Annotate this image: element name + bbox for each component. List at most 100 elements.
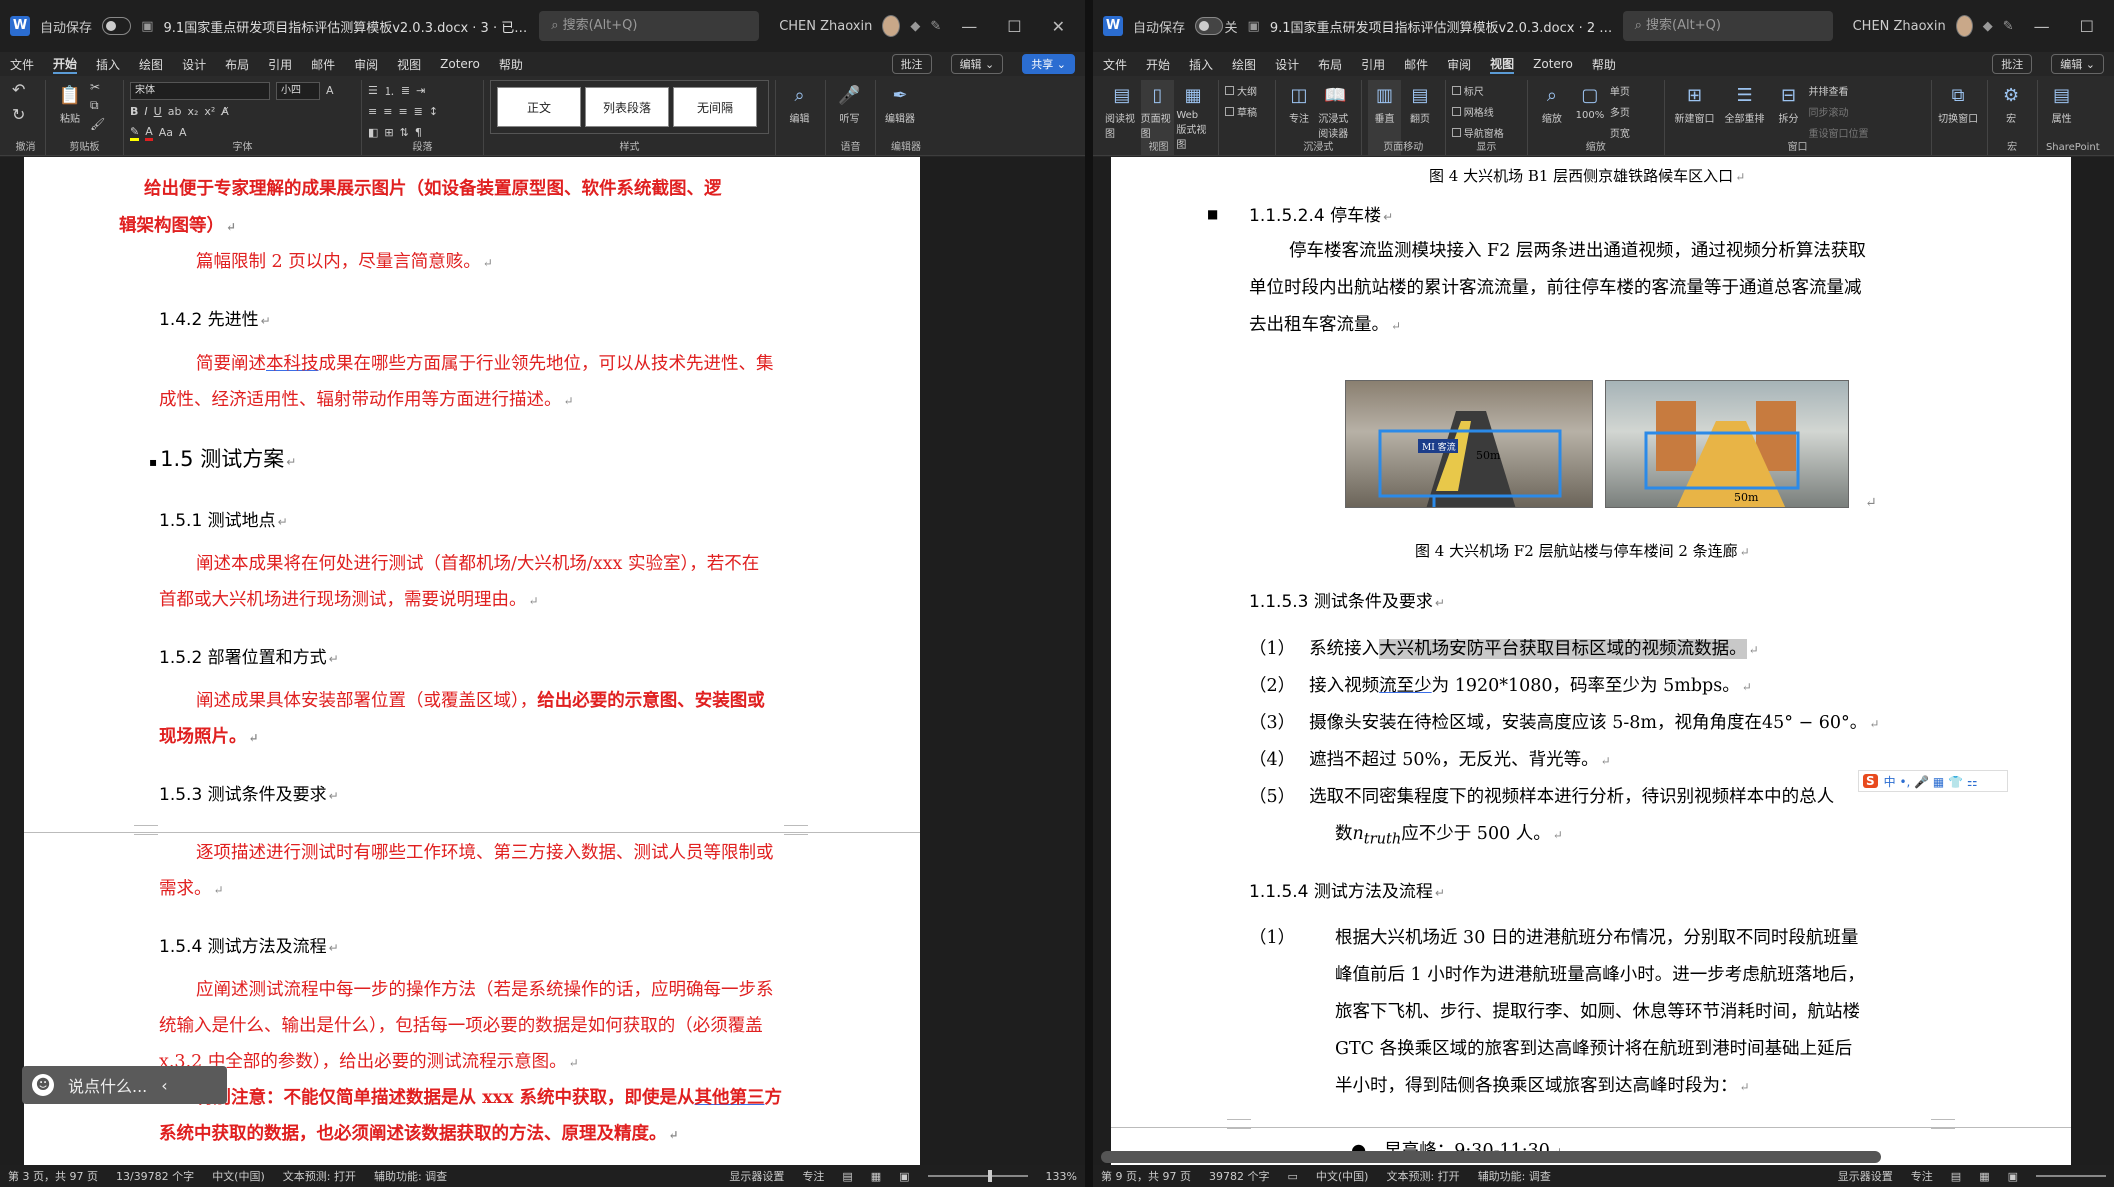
subscript-button[interactable]: x₂ <box>187 105 198 118</box>
align-right-icon[interactable]: ≡ <box>398 105 407 118</box>
comments-button[interactable]: 批注 <box>1992 54 2033 74</box>
focus-mode[interactable]: 专注 <box>802 1168 824 1184</box>
align-left-icon[interactable]: ≡ <box>368 105 377 118</box>
ime-toolbar[interactable]: S 中 •, 🎤 ▦ 👕 ⚏ <box>1858 770 2008 792</box>
tab-design[interactable]: 设计 <box>1275 56 1299 73</box>
ime-tools[interactable]: 中 •, 🎤 ▦ 👕 ⚏ <box>1884 773 1978 790</box>
tab-zotero[interactable]: Zotero <box>1533 57 1573 71</box>
tab-references[interactable]: 引用 <box>268 56 292 73</box>
tab-design[interactable]: 设计 <box>182 56 206 73</box>
accessibility[interactable]: 辅助功能: 调查 <box>374 1168 447 1184</box>
corridor-photo-1[interactable]: MI 客流 50m <box>1345 380 1593 508</box>
print-layout-icon[interactable]: ▦ <box>871 1170 881 1183</box>
tab-references[interactable]: 引用 <box>1361 56 1385 73</box>
diamond-icon[interactable]: ◆ <box>910 19 920 34</box>
web-layout-icon[interactable]: ▣ <box>2008 1170 2018 1183</box>
horizontal-scrollbar[interactable] <box>1101 1151 1881 1163</box>
autosave-toggle[interactable] <box>1195 17 1223 35</box>
proofing-icon[interactable]: ▭ <box>1287 1170 1297 1183</box>
multilevel-icon[interactable]: ≣ <box>401 84 410 97</box>
numbering-icon[interactable]: ⒈ <box>384 83 395 99</box>
cut-icon[interactable]: ✂ <box>90 80 105 94</box>
multiple-pages-button[interactable]: 多页 <box>1610 101 1630 122</box>
tab-view[interactable]: 视图 <box>397 56 421 73</box>
italic-button[interactable]: I <box>144 105 147 118</box>
tab-mailings[interactable]: 邮件 <box>1404 56 1428 73</box>
tab-file[interactable]: 文件 <box>1103 56 1127 73</box>
tab-review[interactable]: 审阅 <box>354 56 378 73</box>
sogou-icon[interactable]: S <box>1863 774 1878 788</box>
maximize-button[interactable]: ☐ <box>997 17 1031 36</box>
word-count[interactable]: 39782 个字 <box>1209 1168 1270 1184</box>
editing-mode-button[interactable]: 编辑 ⌄ <box>2051 54 2104 74</box>
tab-help[interactable]: 帮助 <box>1592 56 1616 73</box>
undo-icon[interactable]: ↶ <box>12 80 39 99</box>
display-settings[interactable]: 显示器设置 <box>1838 1168 1893 1184</box>
font-name-combo[interactable]: 宋体 <box>130 81 270 100</box>
bold-button[interactable]: B <box>130 105 138 118</box>
align-center-icon[interactable]: ≡ <box>383 105 392 118</box>
indent-icon[interactable]: ⇥ <box>416 84 425 97</box>
document-page[interactable]: 图 4 大兴机场 B1 层西侧京雄铁路候车区入口 ↵ ■ 1.1.5.2.4 停车… <box>1111 157 2071 1165</box>
text-prediction[interactable]: 文本预测: 打开 <box>1386 1168 1459 1184</box>
search-input[interactable]: ⌕ 搜索(Alt+Q) <box>539 11 760 41</box>
read-mode-icon[interactable]: ▤ <box>1951 1170 1961 1183</box>
ruler-option[interactable]: 标尺 <box>1451 80 1521 101</box>
tab-draw[interactable]: 绘图 <box>139 56 163 73</box>
user-name[interactable]: CHEN Zhaoxin <box>779 19 872 34</box>
language[interactable]: 中文(中国) <box>1316 1168 1369 1184</box>
tab-layout[interactable]: 布局 <box>1318 56 1342 73</box>
avatar[interactable] <box>1955 15 1973 37</box>
bullets-icon[interactable]: ☰ <box>368 84 378 97</box>
document-canvas[interactable]: 图 4 大兴机场 B1 层西侧京雄铁路候车区入口 ↵ ■ 1.1.5.2.4 停车… <box>1093 157 2114 1165</box>
diamond-icon[interactable]: ◆ <box>1983 19 1993 34</box>
tab-home[interactable]: 开始 <box>1146 56 1170 73</box>
page-count[interactable]: 第 9 页，共 97 页 <box>1101 1168 1191 1184</box>
document-canvas[interactable]: 给出便于专家理解的成果展示图片（如设备装置原型图、软件系统截图、逻 辑架构图等）… <box>0 157 1085 1165</box>
page-count[interactable]: 第 3 页，共 97 页 <box>8 1168 98 1184</box>
tab-file[interactable]: 文件 <box>10 56 34 73</box>
close-button[interactable]: ✕ <box>1042 17 1075 36</box>
style-no-spacing[interactable]: 无间隔 <box>673 87 757 127</box>
minimize-button[interactable]: — <box>951 17 987 36</box>
strikethrough-button[interactable]: ab <box>168 105 182 118</box>
print-layout-icon[interactable]: ▦ <box>1979 1170 1989 1183</box>
tab-review[interactable]: 审阅 <box>1447 56 1471 73</box>
font-size-combo[interactable]: 小四 <box>276 81 320 100</box>
redo-icon[interactable]: ↻ <box>12 105 39 124</box>
avatar[interactable] <box>882 15 901 37</box>
web-layout-icon[interactable]: ▣ <box>899 1170 909 1183</box>
draft-option[interactable]: 草稿 <box>1225 101 1269 122</box>
zoom-level[interactable]: 133% <box>1046 1170 1077 1183</box>
emoji-icon[interactable]: ☻ <box>32 1074 54 1096</box>
save-icon[interactable]: ▣ <box>141 19 153 34</box>
outline-option[interactable]: 大纲 <box>1225 80 1269 101</box>
find-button[interactable]: ⌕ 编辑 <box>782 80 817 155</box>
format-painter-icon[interactable]: 🖌 <box>90 117 105 131</box>
display-settings[interactable]: 显示器设置 <box>729 1168 784 1184</box>
gridlines-option[interactable]: 网格线 <box>1451 101 1521 122</box>
tab-zotero[interactable]: Zotero <box>440 57 480 71</box>
tab-insert[interactable]: 插入 <box>96 56 120 73</box>
justify-icon[interactable]: ≣ <box>414 105 423 118</box>
tab-view[interactable]: 视图 <box>1490 55 1515 74</box>
read-mode-icon[interactable]: ▤ <box>842 1170 852 1183</box>
copy-icon[interactable]: ⧉ <box>90 98 105 113</box>
document-title[interactable]: 9.1国家重点研发项目指标评估测算模板v2.0.3.docx · 2 · 已保存… <box>1270 17 1613 36</box>
autosave-toggle[interactable] <box>102 17 132 35</box>
accessibility[interactable]: 辅助功能: 调查 <box>1478 1168 1551 1184</box>
superscript-button[interactable]: x² <box>204 105 215 118</box>
comment-input[interactable]: ☻ 说点什么... ‹ <box>22 1066 227 1104</box>
user-name[interactable]: CHEN Zhaoxin <box>1853 19 1946 34</box>
tab-insert[interactable]: 插入 <box>1189 56 1213 73</box>
style-normal[interactable]: 正文 <box>497 87 581 127</box>
word-count[interactable]: 13/39782 个字 <box>116 1168 194 1184</box>
zoom-slider[interactable] <box>927 1170 1028 1182</box>
focus-mode[interactable]: 专注 <box>1911 1168 1933 1184</box>
grow-font-icon[interactable]: A <box>326 84 334 97</box>
one-page-button[interactable]: 单页 <box>1610 80 1630 101</box>
switch-window-button[interactable]: ⧉ 切换窗口 <box>1938 80 1979 155</box>
pen-icon[interactable]: ✎ <box>2003 19 2014 34</box>
language[interactable]: 中文(中国) <box>212 1168 265 1184</box>
maximize-button[interactable]: ☐ <box>2070 17 2104 36</box>
